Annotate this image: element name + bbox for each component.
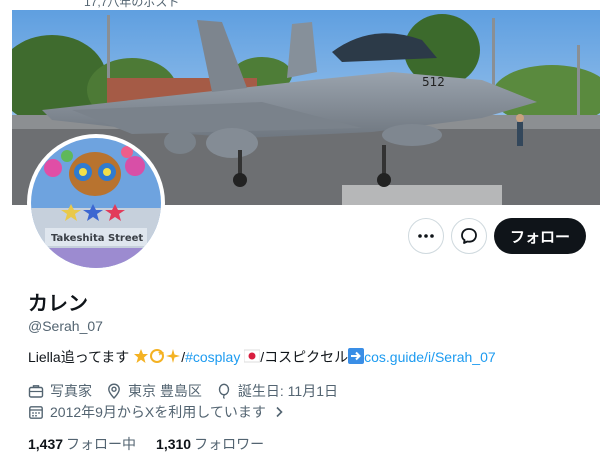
followers-count: 1,310	[156, 436, 192, 452]
cos-guide-link[interactable]: cos.guide/i/Serah_07	[364, 349, 496, 365]
location-label: 東京 豊島区	[128, 383, 202, 399]
chevron-right-icon	[276, 406, 283, 418]
calendar-icon	[29, 406, 43, 419]
sparkles-emoji-icon	[165, 348, 181, 367]
more-dots-icon	[418, 234, 434, 238]
more-options-button[interactable]	[408, 218, 444, 254]
birthday-item: 誕生日: 11月1日	[216, 381, 338, 401]
follow-button[interactable]: フォロー	[494, 218, 586, 254]
following-label: フォロー中	[66, 436, 137, 452]
balloon-icon	[218, 383, 230, 399]
followers-stat[interactable]: 1,310 フォロワー	[156, 434, 264, 452]
display-name: カレン	[28, 293, 88, 315]
followers-label: フォロワー	[194, 436, 265, 452]
star-emoji-icon	[133, 348, 149, 367]
japan-flag-icon	[243, 348, 261, 367]
following-count: 1,437	[28, 436, 64, 452]
top-cut-text: 17,7八年のポスト	[0, 0, 600, 10]
location-item: 東京 豊島区	[106, 381, 202, 401]
avatar-sign-text: Takeshita Street	[51, 233, 143, 244]
avatar-image: Takeshita Street	[31, 138, 161, 268]
bio-text-1: Liella追ってます	[28, 349, 130, 365]
joined-item[interactable]: 2012年9月からXを利用しています	[28, 402, 286, 422]
follow-stats: 1,437 フォロー中 1,310 フォロワー	[28, 434, 284, 452]
following-stat[interactable]: 1,437 フォロー中	[28, 434, 136, 452]
post-count-text: 17,7八年のポスト	[84, 0, 180, 9]
banner-tail-number: 512	[422, 75, 445, 89]
category-label: 写真家	[50, 383, 92, 399]
avatar[interactable]: Takeshita Street	[27, 134, 165, 272]
birthday-label: 誕生日: 11月1日	[237, 383, 338, 399]
profile-meta-row: 写真家 東京 豊島区 誕生日: 11月1日	[28, 381, 352, 401]
joined-label: 2012年9月からXを利用しています	[50, 404, 266, 420]
cosplay-hashtag-link[interactable]: #cosplay	[185, 349, 240, 365]
joined-row[interactable]: 2012年9月からXを利用しています	[28, 402, 300, 422]
dizzy-emoji-icon	[149, 348, 165, 367]
category-item: 写真家	[28, 381, 92, 401]
right-arrow-emoji-icon	[348, 348, 365, 367]
user-handle: @Serah_07	[28, 318, 103, 334]
bio-text-2: /コスピクセル	[260, 349, 349, 365]
message-button[interactable]	[451, 218, 487, 254]
message-bubble-icon	[461, 228, 477, 244]
briefcase-icon	[28, 385, 44, 398]
bio: Liella追ってます /#cosplay /コスピクセル cos.guide/…	[28, 347, 496, 367]
location-pin-icon	[108, 383, 120, 399]
